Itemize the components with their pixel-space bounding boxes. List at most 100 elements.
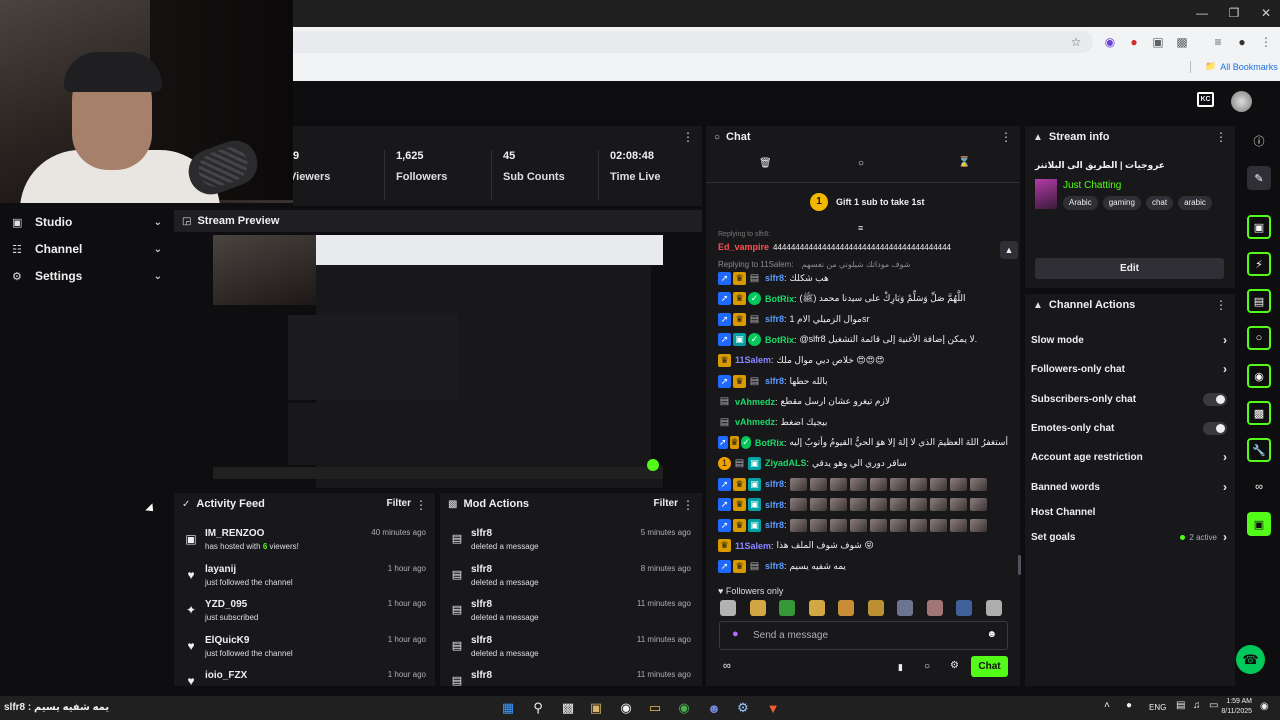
- address-bar[interactable]: [293, 31, 1093, 53]
- extension-adblock-icon[interactable]: ●: [1125, 33, 1143, 51]
- chrome-icon[interactable]: ◉: [673, 697, 695, 719]
- activity-username[interactable]: layanij: [205, 564, 236, 575]
- mod-username[interactable]: slfr8: [471, 528, 492, 539]
- send-chat-button[interactable]: Chat: [971, 656, 1008, 677]
- mod-actions-filter-button[interactable]: Filter: [654, 498, 678, 509]
- message-icon[interactable]: ○: [858, 158, 864, 169]
- creator-icon[interactable]: KC: [1197, 92, 1214, 107]
- volume-icon[interactable]: ♫: [1193, 700, 1201, 711]
- lightning-icon[interactable]: ⚡: [1247, 252, 1271, 276]
- chat-username[interactable]: ZiyadALS: [765, 458, 807, 468]
- emote-icon[interactable]: [926, 600, 943, 616]
- hourglass-icon[interactable]: ⌛: [958, 157, 970, 168]
- more-options-icon[interactable]: ⋮: [415, 498, 427, 512]
- kick-logo-icon[interactable]: ∞: [1247, 475, 1271, 499]
- mod-username[interactable]: slfr8: [471, 599, 492, 610]
- nav-channel[interactable]: ☷ Channel ⌄: [12, 238, 162, 260]
- trash-icon[interactable]: ▮: [898, 662, 903, 673]
- kick-logo-icon[interactable]: ∞: [723, 660, 731, 672]
- activity-username[interactable]: ioio_FZX: [205, 670, 247, 681]
- profile-avatar-icon[interactable]: ●: [1233, 33, 1251, 51]
- windows-start-icon[interactable]: ▦: [497, 697, 519, 719]
- emote-icon[interactable]: [897, 600, 913, 616]
- maximize-icon[interactable]: ❐: [1218, 0, 1250, 27]
- emote-icon[interactable]: [720, 600, 736, 616]
- toggle-switch[interactable]: [1203, 421, 1227, 435]
- nav-studio[interactable]: ▣ Studio ⌄: [12, 211, 162, 233]
- emote-icon[interactable]: [838, 600, 854, 616]
- chat-input[interactable]: ● Send a message ☻: [719, 621, 1008, 650]
- more-options-icon[interactable]: ⋮: [1215, 298, 1227, 312]
- activity-row[interactable]: ♥ ElQuicK9 just followed the channel 1 hour…: [182, 635, 434, 669]
- emote-bar[interactable]: [718, 600, 1008, 616]
- emote-icon[interactable]: [867, 600, 884, 616]
- chat-username[interactable]: slfr8: [765, 479, 784, 489]
- document-icon[interactable]: ▤: [1247, 289, 1271, 313]
- tag[interactable]: Arabic: [1063, 196, 1098, 210]
- mod-username[interactable]: slfr8: [471, 670, 492, 681]
- emote-icon[interactable]: [808, 600, 825, 616]
- pin-icon[interactable]: ▲: [1000, 241, 1018, 259]
- gift-leaderboard[interactable]: 1 Gift 1 sub to take 1st: [706, 182, 1020, 222]
- obs-icon[interactable]: ◉: [615, 697, 637, 719]
- reading-list-icon[interactable]: ≡: [1209, 33, 1227, 51]
- chevron-up-icon[interactable]: ˄: [1104, 700, 1110, 711]
- activity-row[interactable]: ▣ IM_RENZOO has hosted with 6 viewers! 40 m…: [182, 528, 434, 562]
- mod-action-row[interactable]: ▤ slfr8 deleted a message 5 minutes ago: [450, 528, 695, 562]
- notification-bell-icon[interactable]: ◉: [1260, 701, 1269, 712]
- channel-action-0[interactable]: Slow mode ›: [1031, 331, 1227, 349]
- channel-action-7[interactable]: Set goals 2 active ›: [1031, 528, 1227, 546]
- category-link[interactable]: Just Chatting: [1063, 180, 1121, 191]
- task-view-icon[interactable]: ▩: [557, 697, 579, 719]
- channel-action-3[interactable]: Emotes-only chat: [1031, 419, 1227, 437]
- info-icon[interactable]: ⓘ: [1247, 129, 1271, 153]
- chat-username[interactable]: slfr8: [765, 561, 784, 571]
- chat-username[interactable]: BotRix: [755, 438, 784, 448]
- chat-username[interactable]: slfr8: [765, 500, 784, 510]
- close-icon[interactable]: ✕: [1250, 0, 1280, 27]
- emoji-icon[interactable]: ☻: [986, 629, 997, 640]
- edit-stream-button[interactable]: Edit: [1035, 258, 1224, 279]
- broadcast-icon[interactable]: ◉: [1247, 364, 1271, 388]
- support-headset-icon[interactable]: ☎: [1236, 645, 1265, 674]
- store-icon[interactable]: ▣: [585, 697, 607, 719]
- extensions-puzzle-icon[interactable]: ▩: [1173, 33, 1191, 51]
- mod-action-row[interactable]: ▤ slfr8 deleted a message 11 minutes ago: [450, 635, 695, 669]
- channel-action-6[interactable]: Host Channel: [1031, 503, 1227, 521]
- camera-icon[interactable]: ▣: [1247, 215, 1271, 239]
- avatar[interactable]: [1231, 91, 1252, 112]
- chat-bubble-icon[interactable]: ○: [1247, 326, 1271, 350]
- mic-icon[interactable]: ●: [732, 628, 739, 640]
- chat-username[interactable]: slfr8: [765, 273, 784, 283]
- emote-icon[interactable]: [956, 600, 972, 616]
- chat-username[interactable]: slfr8: [765, 376, 784, 386]
- activity-username[interactable]: YZD_095: [205, 599, 247, 610]
- language-indicator[interactable]: ENG: [1149, 703, 1166, 712]
- tag[interactable]: arabic: [1178, 196, 1212, 210]
- edit-icon[interactable]: ✎: [1247, 166, 1271, 190]
- activity-username[interactable]: ElQuicK9: [205, 635, 249, 646]
- chat-username[interactable]: Ed_vampire: [718, 242, 769, 252]
- minimize-icon[interactable]: —: [1186, 0, 1218, 27]
- mod-action-row[interactable]: ▤ slfr8 deleted a message 11 minutes ago: [450, 599, 695, 633]
- activity-username[interactable]: IM_RENZOO: [205, 528, 264, 539]
- search-icon[interactable]: ⚲: [527, 697, 549, 719]
- chat-username[interactable]: vAhmedz: [735, 397, 775, 407]
- brave-icon[interactable]: ▼: [762, 697, 784, 719]
- microphone-icon[interactable]: ●: [1126, 700, 1132, 711]
- chat-username[interactable]: 11Salem: [735, 541, 771, 551]
- channel-action-5[interactable]: Banned words ›: [1031, 478, 1227, 496]
- chat-username[interactable]: slfr8: [765, 314, 784, 324]
- discord-icon[interactable]: ☻: [703, 697, 725, 719]
- extension-icon[interactable]: ▣: [1247, 512, 1271, 536]
- steam-icon[interactable]: ⚙: [732, 697, 754, 719]
- trash-icon[interactable]: 🗑: [759, 158, 772, 169]
- chat-username[interactable]: 11Salem: [735, 355, 771, 365]
- mod-action-row[interactable]: ▤ slfr8 deleted a message 8 minutes ago: [450, 564, 695, 598]
- extension-box-icon[interactable]: ▣: [1149, 33, 1167, 51]
- toggle-switch[interactable]: [1203, 392, 1227, 406]
- extension-shield-icon[interactable]: ◉: [1101, 33, 1119, 51]
- chat-username[interactable]: BotRix: [765, 294, 794, 304]
- gear-icon[interactable]: ⚙: [950, 660, 959, 671]
- mod-username[interactable]: slfr8: [471, 635, 492, 646]
